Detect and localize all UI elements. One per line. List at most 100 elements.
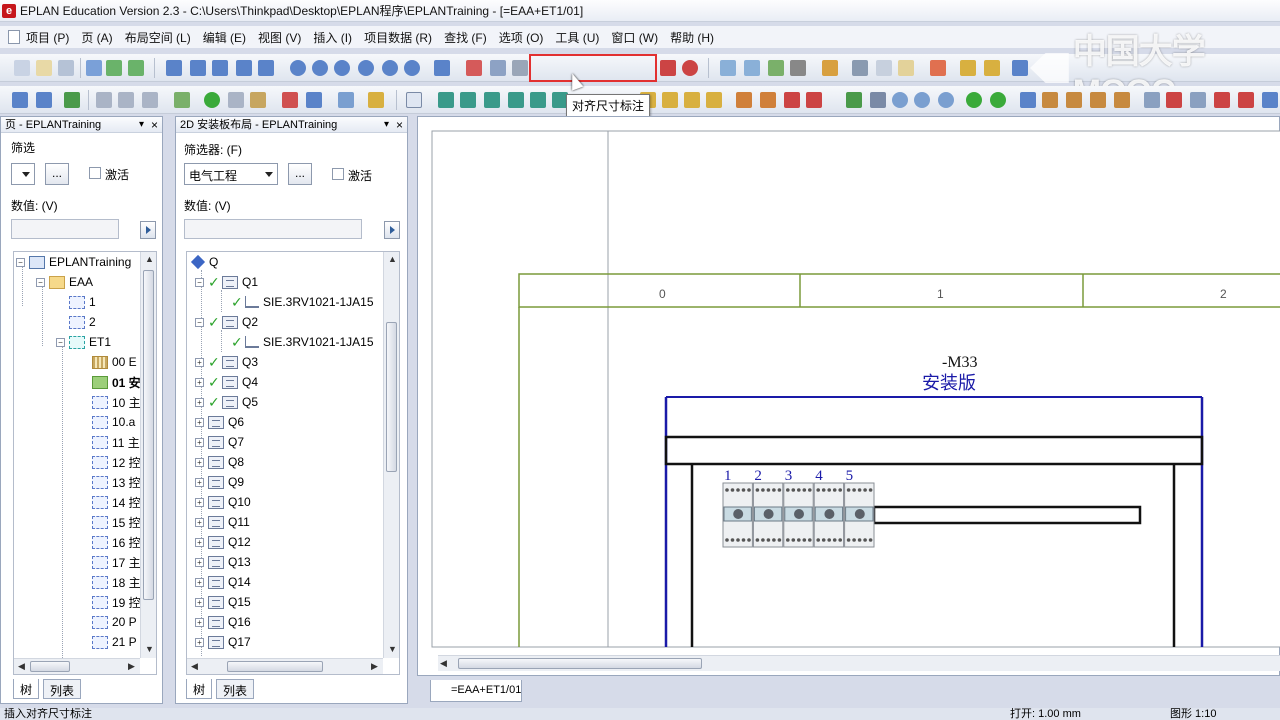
jump-icon[interactable] (846, 92, 862, 108)
tree-node-device[interactable]: + Q17 (195, 632, 251, 652)
terminal3-icon[interactable] (142, 92, 158, 108)
grid2-icon[interactable] (1042, 92, 1058, 108)
tree-node-part[interactable]: ✓ SIE.3RV1021-1JA15 (231, 332, 374, 352)
zoom-in-icon[interactable] (892, 92, 908, 108)
scroll-right-icon[interactable]: ▶ (371, 661, 378, 672)
previous-icon[interactable] (966, 92, 982, 108)
zoom-out-icon[interactable] (914, 92, 930, 108)
hatch-icon[interactable] (490, 60, 506, 76)
menu-layout-space[interactable]: 布局空间 (L) (125, 29, 191, 46)
tree-node-page-selected[interactable]: 01 安 (92, 372, 141, 392)
tree-node-page[interactable]: 14 控 (92, 492, 141, 512)
tree-node-device[interactable]: + Q16 (195, 612, 251, 632)
grid-icon[interactable] (1020, 92, 1036, 108)
tree-node-device[interactable]: + ✓ Q5 (195, 392, 258, 412)
expand-icon[interactable]: + (195, 377, 204, 387)
tree-node-et1[interactable]: − ET1 (56, 332, 111, 352)
check-icon[interactable] (960, 60, 976, 76)
pen-icon[interactable] (512, 60, 528, 76)
tree-node-page[interactable]: 19 控 (92, 592, 141, 612)
new-icon[interactable] (14, 60, 30, 76)
spline-icon[interactable] (382, 60, 398, 76)
print-icon[interactable] (790, 60, 806, 76)
arc2-icon[interactable] (358, 60, 374, 76)
scroll-down-icon[interactable]: ▼ (388, 644, 397, 654)
tools-icon[interactable] (368, 92, 384, 108)
value-input[interactable] (184, 219, 362, 239)
drawing-canvas[interactable]: 0 1 2 -M33 安装版 1 2 3 4 5 ◀ (417, 116, 1280, 676)
tree-node-part[interactable]: ✓ SIE.3RV1021-1JA15 (231, 292, 374, 312)
cable-icon[interactable] (282, 92, 298, 108)
cable2-icon[interactable] (306, 92, 322, 108)
menu-project[interactable]: 项目 (P) (26, 29, 69, 46)
close-icon[interactable]: × (151, 117, 158, 133)
ellipse-icon[interactable] (312, 60, 328, 76)
tree-node-device[interactable]: + Q10 (195, 492, 251, 512)
tree-node-device[interactable]: + Q11 (195, 512, 250, 532)
tree-node-eaa[interactable]: − EAA (36, 272, 93, 292)
magnet-icon[interactable] (1214, 92, 1230, 108)
close-icon[interactable]: × (396, 117, 403, 133)
save-icon[interactable] (58, 60, 74, 76)
tree-node-device[interactable]: − ✓ Q2 (195, 312, 258, 332)
rectangle-icon[interactable] (236, 60, 252, 76)
scroll-left-icon[interactable]: ◀ (440, 658, 447, 669)
document-tab[interactable]: =EAA+ET1/01 (430, 680, 522, 702)
grid3-icon[interactable] (1066, 92, 1082, 108)
route5-icon[interactable] (530, 92, 546, 108)
open-icon[interactable] (36, 60, 52, 76)
route2-icon[interactable] (460, 92, 476, 108)
snap-object-icon[interactable] (1166, 92, 1182, 108)
grid4-icon[interactable] (1090, 92, 1106, 108)
snap-grid-icon[interactable] (1144, 92, 1160, 108)
tree-node-page[interactable]: 16 控 (92, 532, 141, 552)
tree-node-device[interactable]: + Q13 (195, 552, 251, 572)
line-icon[interactable] (166, 60, 182, 76)
corner-icon[interactable] (784, 92, 800, 108)
activate-checkbox[interactable] (332, 168, 344, 180)
tree-node-device[interactable]: + Q6 (195, 412, 244, 432)
menu-edit[interactable]: 编辑 (E) (203, 29, 246, 46)
route3-icon[interactable] (484, 92, 500, 108)
scroll-thumb[interactable] (458, 658, 702, 669)
tree-node-page[interactable]: 20 P (92, 612, 137, 632)
route-icon[interactable] (438, 92, 454, 108)
scroll-thumb[interactable] (30, 661, 70, 672)
next-icon[interactable] (990, 92, 1006, 108)
polyline-icon[interactable] (190, 60, 206, 76)
tree-node-page[interactable]: 00 E (92, 352, 137, 372)
tree-node-device[interactable]: − ✓ Q1 (195, 272, 258, 292)
pin-icon[interactable]: ▾ (384, 117, 389, 133)
pin-icon[interactable]: ▾ (139, 117, 144, 133)
expand-icon[interactable]: + (195, 537, 204, 547)
collapse-icon[interactable]: − (195, 277, 204, 287)
flag-icon[interactable] (250, 92, 266, 108)
devices-tree-vscrollbar[interactable]: ▲ ▼ (383, 252, 399, 658)
tree-node-page[interactable]: 11 主 (92, 432, 140, 452)
collapse-icon[interactable]: − (16, 257, 25, 267)
undo-icon[interactable] (86, 60, 102, 76)
tree-node-device[interactable]: + Q14 (195, 572, 251, 592)
expand-icon[interactable]: + (195, 457, 204, 467)
collapse-icon[interactable]: − (56, 337, 65, 347)
menu-help[interactable]: 帮助 (H) (670, 29, 714, 46)
pages-tree-hscrollbar[interactable]: ◀ ▶ (14, 658, 140, 674)
connection-icon[interactable] (434, 60, 450, 76)
circle-icon[interactable] (290, 60, 306, 76)
tree-node-page[interactable]: 1 (69, 292, 96, 312)
snap-icon[interactable] (1190, 92, 1206, 108)
activate-checkbox[interactable] (89, 167, 101, 179)
text-icon[interactable] (466, 60, 482, 76)
tree-node-device[interactable]: + ✓ Q3 (195, 352, 258, 372)
tab-tree[interactable]: 树 (186, 679, 213, 699)
tree-node-page[interactable]: 10.a (92, 412, 135, 432)
expand-icon[interactable]: + (195, 417, 204, 427)
terminal-icon[interactable] (96, 92, 112, 108)
menu-find[interactable]: 查找 (F) (444, 29, 487, 46)
devices-tree-hscrollbar[interactable]: ◀ ▶ (187, 658, 383, 674)
stack-icon[interactable] (338, 92, 354, 108)
tree-node-root[interactable]: Q (190, 252, 218, 272)
select-area-icon[interactable] (930, 60, 946, 76)
tree-node-device[interactable]: + Q7 (195, 432, 244, 452)
scroll-left-icon[interactable]: ◀ (191, 661, 198, 672)
